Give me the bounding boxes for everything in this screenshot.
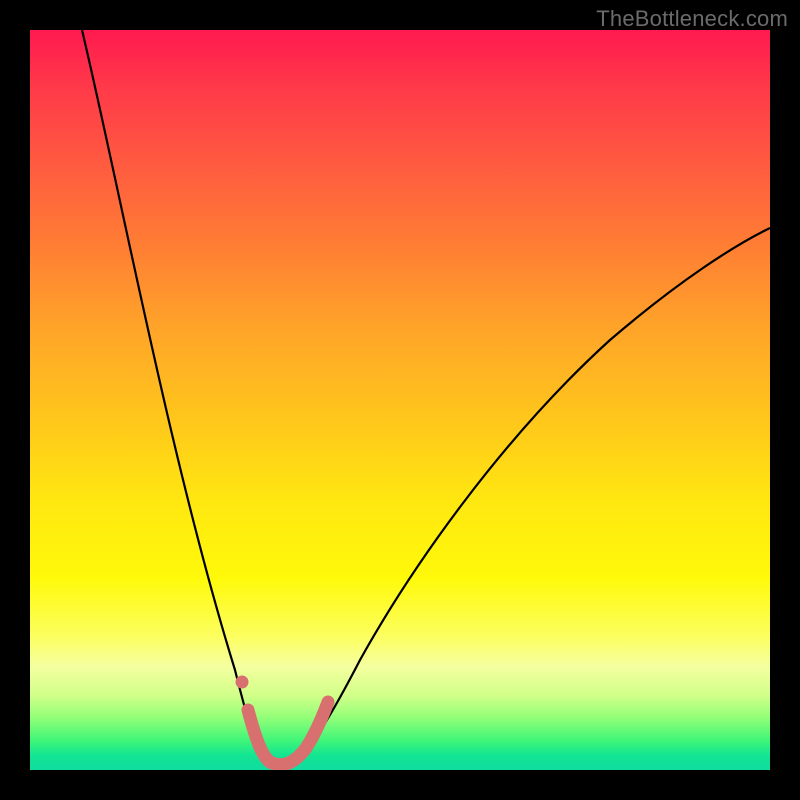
bottleneck-curve: [82, 30, 770, 764]
pink-dot-icon: [236, 676, 249, 689]
curve-layer: [30, 30, 770, 770]
outer-frame: TheBottleneck.com: [0, 0, 800, 800]
plot-area: [30, 30, 770, 770]
pink-valley-marker: [248, 702, 328, 765]
watermark-text: TheBottleneck.com: [596, 6, 788, 32]
